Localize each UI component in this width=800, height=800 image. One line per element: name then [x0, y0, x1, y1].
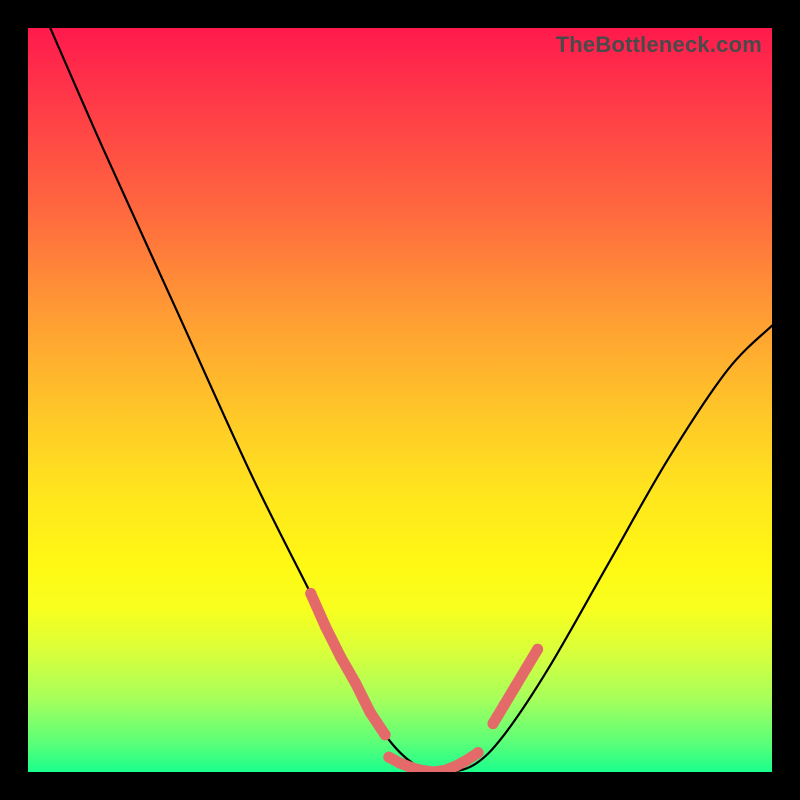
left-highlight-bead: [365, 707, 376, 718]
plot-area: TheBottleneck.com: [28, 28, 772, 772]
left-highlight-bead: [320, 621, 331, 632]
left-highlight-bead: [305, 588, 316, 599]
bottom-highlight-bead: [461, 755, 472, 766]
left-highlight-bead: [380, 729, 391, 740]
main-curve: [50, 28, 772, 772]
right-highlight-bead: [521, 662, 532, 673]
bottom-highlight-bead: [450, 761, 461, 772]
right-highlight-bead: [532, 644, 543, 655]
right-highlight-bead: [499, 700, 510, 711]
left-highlight-bead: [350, 677, 361, 688]
bottom-highlight-bead: [395, 758, 406, 769]
bottom-highlight-bead: [383, 752, 394, 763]
right-highlight-bead: [510, 681, 521, 692]
left-highlight-bead: [335, 651, 346, 662]
chart-frame: TheBottleneck.com: [0, 0, 800, 800]
highlight-group: [305, 588, 543, 772]
bottom-highlight-bead: [473, 747, 484, 758]
chart-overlay: [28, 28, 772, 772]
right-highlight-bead: [488, 718, 499, 729]
